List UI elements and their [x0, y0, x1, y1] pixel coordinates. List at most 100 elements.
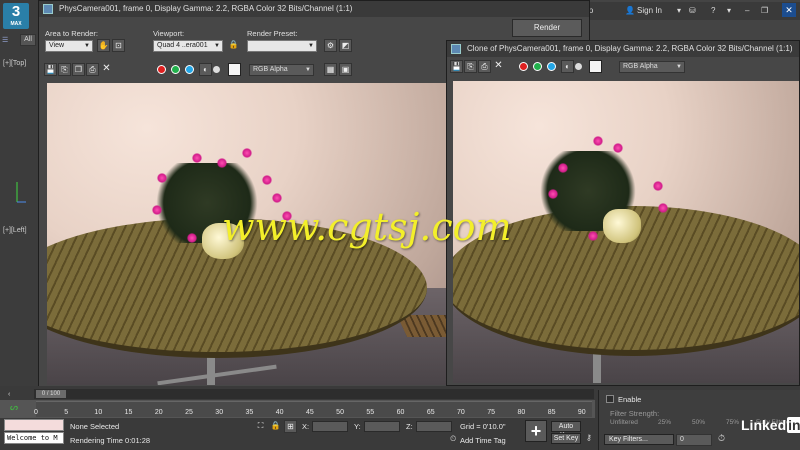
timeline-tick-label: 0: [34, 409, 38, 416]
render-button[interactable]: Render: [512, 19, 582, 37]
render-frame-window-icon: [43, 4, 53, 14]
render-preset-dropdown[interactable]: ▼: [247, 40, 317, 52]
save-image-icon[interactable]: 💾: [450, 60, 463, 73]
linkedin-logo-text: Linked: [741, 417, 787, 433]
add-key-button[interactable]: +: [525, 420, 547, 442]
filter-50-label: 50%: [692, 419, 706, 426]
timeline-tick-label: 60: [396, 409, 405, 416]
timeline-tick-label: 20: [154, 409, 163, 416]
enable-checkbox[interactable]: [606, 395, 614, 403]
filter-strength-label: Filter Strength:: [610, 409, 660, 418]
scene-explorer-icon[interactable]: ☰: [2, 36, 8, 44]
clear-icon[interactable]: ✕: [100, 63, 113, 76]
copy-image-icon[interactable]: ⎘: [464, 60, 477, 73]
linkedin-logo-in: in: [787, 417, 800, 433]
render-setup-icon[interactable]: ⚙: [324, 39, 337, 52]
maxscript-listener-input[interactable]: [4, 419, 64, 431]
viewport-left-label[interactable]: [+][Left]: [3, 227, 27, 234]
help-icon[interactable]: ?: [711, 6, 715, 15]
toggle-ui-icon[interactable]: ▦: [324, 63, 337, 76]
red-channel-toggle[interactable]: [157, 65, 166, 74]
isolate-selection-icon[interactable]: ⛶: [254, 420, 267, 433]
rendering-time-status: Rendering Time 0:01:28: [70, 436, 151, 445]
viewport-top-label[interactable]: [+][Top]: [3, 60, 26, 67]
channel-display-dropdown[interactable]: RGB Alpha ▼: [249, 64, 314, 76]
clone-frame-window-icon: [451, 44, 461, 54]
set-key-button[interactable]: Set Key: [551, 433, 581, 444]
app-close-button[interactable]: ✕: [782, 3, 796, 17]
flower: [593, 136, 603, 146]
time-slider-knob[interactable]: 0 / 100: [36, 390, 66, 398]
flower: [653, 181, 663, 191]
minimize-icon[interactable]: –: [745, 6, 749, 15]
timeline-track[interactable]: [36, 401, 592, 417]
area-to-render-dropdown[interactable]: View ▼: [45, 40, 93, 52]
environment-effects-icon[interactable]: ◩: [339, 39, 352, 52]
timeline-tick-label: 65: [426, 409, 435, 416]
add-time-tag[interactable]: Add Time Tag: [460, 436, 506, 445]
y-label: Y:: [354, 422, 361, 431]
render-frame-titlebar[interactable]: PhysCamera001, frame 0, Display Gamma: 2…: [39, 1, 589, 17]
curve-editor-icon[interactable]: ᔕ: [10, 402, 18, 413]
restore-icon[interactable]: ❐: [761, 6, 768, 15]
color-swatch[interactable]: [589, 60, 602, 73]
chevron-down-icon: ▼: [676, 64, 682, 70]
clone-frame-icon[interactable]: ❐: [72, 63, 85, 76]
time-config-icon[interactable]: ⏱: [718, 433, 725, 444]
monochrome-toggle[interactable]: [575, 63, 582, 70]
chevron-down-icon: ▼: [308, 43, 314, 49]
vase: [603, 209, 641, 243]
lock-icon[interactable]: 🔒: [227, 39, 240, 52]
alpha-channel-toggle[interactable]: ◐: [561, 60, 574, 73]
hand-tool-icon[interactable]: ✋: [97, 39, 110, 52]
key-filters-button[interactable]: Key Filters...: [604, 434, 674, 445]
render-preset-label: Render Preset:: [247, 29, 298, 38]
sign-in-link[interactable]: Sign In: [637, 6, 662, 15]
clone-frame-titlebar[interactable]: Clone of PhysCamera001, frame 0, Display…: [447, 41, 799, 57]
key-mode-icon[interactable]: ⚷: [586, 433, 592, 442]
print-icon[interactable]: ⎙: [86, 63, 99, 76]
save-image-icon[interactable]: 💾: [44, 63, 57, 76]
channel-display-dropdown[interactable]: RGB Alpha ▼: [619, 61, 685, 73]
x-coordinate-field[interactable]: [312, 421, 348, 432]
chevron-left-icon[interactable]: ‹: [8, 391, 10, 398]
viewport-dropdown[interactable]: Quad 4 ..era001 ▼: [153, 40, 223, 52]
green-channel-toggle[interactable]: [533, 62, 542, 71]
green-channel-toggle[interactable]: [171, 65, 180, 74]
monochrome-toggle[interactable]: [213, 66, 220, 73]
help-dropdown-icon[interactable]: ▾: [727, 6, 731, 15]
image-info-icon[interactable]: ▣: [339, 63, 352, 76]
timeline-tick-label: 90: [577, 409, 586, 416]
timeline-tick-label: 10: [94, 409, 103, 416]
filter-75-label: 75%: [726, 419, 740, 426]
y-coordinate-field[interactable]: [364, 421, 400, 432]
copy-image-icon[interactable]: ⎘: [58, 63, 71, 76]
z-coordinate-field[interactable]: [416, 421, 452, 432]
flower: [272, 193, 282, 203]
timeline-tick-label: 75: [487, 409, 496, 416]
key-value-field[interactable]: 0: [676, 434, 712, 446]
dropdown-arrow-icon[interactable]: ▾: [677, 6, 681, 15]
blue-channel-toggle[interactable]: [547, 62, 556, 71]
logo-sub: MAX: [10, 21, 22, 27]
red-channel-toggle[interactable]: [519, 62, 528, 71]
timeline-tick-label: 85: [547, 409, 556, 416]
time-slider[interactable]: [34, 389, 594, 399]
cart-icon[interactable]: ⛁: [689, 6, 696, 15]
region-select-icon[interactable]: ⊡: [112, 39, 125, 52]
selection-lock-icon[interactable]: 🔒: [269, 420, 282, 433]
tab-all[interactable]: All: [20, 34, 36, 46]
color-swatch[interactable]: [228, 63, 241, 76]
absolute-mode-icon[interactable]: ⊞: [284, 420, 297, 433]
alpha-channel-toggle[interactable]: ◐: [199, 63, 212, 76]
key-value: 0: [680, 436, 684, 443]
blue-channel-toggle[interactable]: [185, 65, 194, 74]
max-logo-button[interactable]: 3 MAX: [3, 3, 29, 29]
timeline-tick-label: 50: [336, 409, 344, 416]
print-icon[interactable]: ⎙: [478, 60, 491, 73]
auto-key-button[interactable]: Auto Key: [551, 421, 581, 439]
flower: [262, 175, 272, 185]
maxscript-output[interactable]: Welcome to M: [4, 432, 64, 444]
clear-icon[interactable]: ✕: [492, 60, 505, 73]
flower: [242, 148, 252, 158]
